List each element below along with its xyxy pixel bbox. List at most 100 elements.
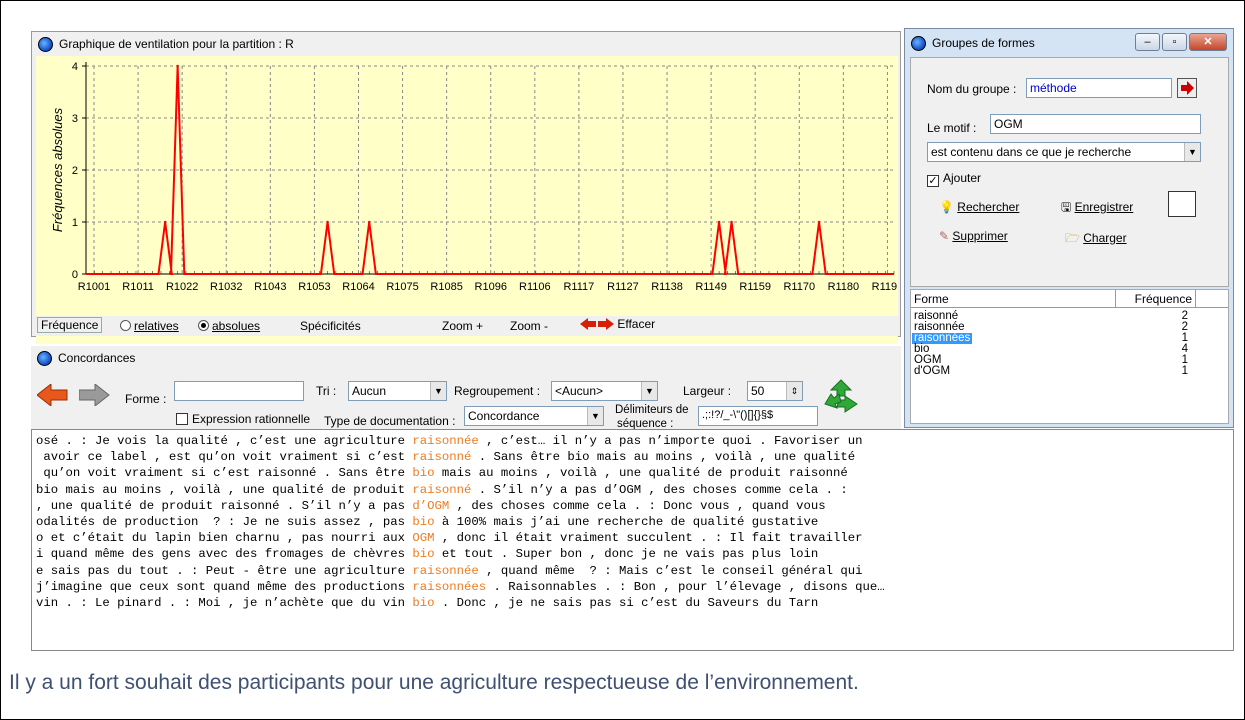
- radio-off-icon: [120, 320, 131, 331]
- groupes-title: Groupes de formes: [932, 36, 1035, 50]
- table-row[interactable]: bio 4: [911, 343, 1228, 355]
- enregistrer-label: Enregistrer: [1074, 200, 1134, 214]
- table-row[interactable]: OGM 1: [911, 354, 1228, 366]
- data-point: [368, 220, 371, 224]
- rechercher-label: Rechercher: [957, 200, 1020, 214]
- nom-du-groupe-input[interactable]: méthode: [1026, 78, 1172, 98]
- document-frame: Graphique de ventilation pour la partiti…: [0, 0, 1245, 720]
- zoom-plus-button[interactable]: Zoom +: [442, 319, 483, 333]
- context-after: . Sans être bio mais au moins , voilà , …: [471, 450, 856, 465]
- x-tick-label: R1001: [78, 281, 110, 293]
- supprimer-button[interactable]: ✎ Supprimer: [939, 229, 1008, 243]
- concordances-window: Concordances Forme : Tri : Aucun ▼ Regrou…: [31, 346, 901, 431]
- table-row[interactable]: raisonnées 1: [911, 332, 1228, 344]
- x-tick-label: R1075: [386, 281, 418, 293]
- keyword-highlight: raisonné: [412, 482, 472, 497]
- color-swatch[interactable]: [1168, 191, 1196, 217]
- back-arrow-button[interactable]: [36, 382, 69, 412]
- x-tick-label: R1149: [695, 281, 727, 293]
- keyword-highlight: d’OGM: [412, 498, 450, 513]
- ventilation-chart: R1001 R1011 R1022 R1032 R1043 R1053 R1064 R1075…: [50, 61, 903, 293]
- chart-window-title: Graphique de ventilation pour la partiti…: [59, 37, 294, 51]
- data-point: [717, 220, 721, 224]
- forme-column-header[interactable]: Forme: [911, 290, 1116, 308]
- x-tick-label: R1159: [739, 281, 771, 293]
- chevron-down-icon: ▼: [641, 382, 657, 400]
- x-tick-label: R1138: [651, 281, 683, 293]
- context-after: . Raisonnables . : Bon , pour l’élevage …: [486, 579, 885, 594]
- enregistrer-button[interactable]: 🖫 Enregistrer: [1061, 198, 1133, 219]
- forme-input[interactable]: [174, 381, 304, 401]
- forward-arrow-button[interactable]: [78, 382, 111, 412]
- nom-du-groupe-label: Nom du groupe :: [927, 82, 1017, 96]
- y-axis-title: Fréquences absolues: [50, 107, 65, 232]
- context-after: , quand même ? : Mais c’est le conseil g…: [478, 563, 863, 578]
- concordance-list[interactable]: osé . : Je vois la qualité , c’est une a…: [31, 429, 1234, 651]
- y-tick-label: 3: [72, 113, 78, 125]
- concordance-line[interactable]: bio mais au moins , voilà , une qualité …: [36, 482, 1229, 498]
- zoom-minus-button[interactable]: Zoom -: [510, 319, 548, 333]
- chevron-down-icon: ▼: [1184, 143, 1200, 161]
- table-row[interactable]: d'OGM 1: [911, 365, 1228, 377]
- data-point: [163, 220, 167, 224]
- context-before: o et c’était du lapin bien charnu , pas …: [36, 531, 413, 546]
- concordance-line[interactable]: , une qualité de produit raisonné . S’il…: [36, 498, 1229, 514]
- data-point: [817, 220, 821, 224]
- motif-mode-select[interactable]: est contenu dans ce que je recherche ▼: [927, 142, 1201, 162]
- context-before: osé . : Je vois la qualité , c’est une a…: [36, 434, 413, 448]
- specificites-button[interactable]: Spécificités: [300, 319, 361, 333]
- x-tick-label: R1022: [166, 281, 198, 293]
- concordance-line[interactable]: avoir ce label , est qu’on voit vraiment…: [36, 449, 1229, 465]
- concordance-line[interactable]: osé . : Je vois la qualité , c’est une a…: [36, 433, 1229, 449]
- refresh-button[interactable]: [821, 376, 861, 422]
- minimize-button[interactable]: ‒: [1135, 33, 1160, 51]
- concordance-line[interactable]: vin . : Le pinard . : Moi , je n’achète …: [36, 595, 1229, 611]
- keyword-highlight: raisonnée: [412, 434, 479, 448]
- close-button[interactable]: ✕: [1189, 33, 1227, 51]
- rechercher-button[interactable]: 💡 Rechercher: [939, 200, 1019, 214]
- delimiteurs-input[interactable]: .;:!?/_-\"()[]{}§$: [698, 406, 818, 426]
- concordance-line[interactable]: e sais pas du tout . : Peut - être une a…: [36, 563, 1229, 579]
- largeur-spinner[interactable]: 50 ⇕: [747, 381, 803, 401]
- maximize-button[interactable]: ▫: [1162, 33, 1187, 51]
- groupes-de-formes-window: Groupes de formes ‒ ▫ ✕ Nom du groupe : …: [904, 28, 1234, 428]
- context-after: et tout . Super bon , donc je ne vais pa…: [434, 547, 819, 562]
- frequence-column-header[interactable]: Fréquence: [1116, 290, 1196, 308]
- frequence-tab[interactable]: Fréquence: [37, 317, 103, 333]
- keyword-highlight: OGM: [412, 531, 435, 546]
- relatives-radio[interactable]: relatives: [120, 319, 179, 333]
- x-tick-label: R1053: [298, 281, 330, 293]
- keyword-highlight: bio: [412, 596, 435, 611]
- concordance-line[interactable]: qu’on voit vraiment si c’est raisonné . …: [36, 465, 1229, 481]
- apply-group-button[interactable]: [1177, 78, 1197, 98]
- spinner-arrows-icon: ⇕: [786, 382, 802, 400]
- concordance-line[interactable]: i quand même des gens avec des fromages …: [36, 546, 1229, 562]
- charger-button[interactable]: 🗁 Charger: [1065, 229, 1127, 250]
- save-document-icon: 🖫: [1061, 200, 1072, 214]
- concordance-line[interactable]: odalités de production ? : Je ne suis as…: [36, 514, 1229, 530]
- table-body: raisonné 2 raisonnée 2 raisonnées 1 bio 4 OGM 1 d'…: [911, 308, 1228, 377]
- recycle-icon: [824, 379, 858, 413]
- tri-select[interactable]: Aucun ▼: [348, 381, 447, 401]
- x-tick-label: R1170: [783, 281, 815, 293]
- effacer-label: Effacer: [617, 317, 656, 331]
- concordance-line[interactable]: j’imagine que ceux sont quand même des p…: [36, 579, 1229, 595]
- right-arrow-icon: [78, 382, 110, 408]
- effacer-button[interactable]: Effacer: [580, 317, 655, 331]
- eraser-icon: ✎: [939, 229, 950, 243]
- regroupement-select[interactable]: <Aucun> ▼: [551, 381, 658, 401]
- ajouter-checkbox[interactable]: ✓ Ajouter: [927, 171, 981, 187]
- concordance-line[interactable]: o et c’était du lapin bien charnu , pas …: [36, 530, 1229, 546]
- concordances-title: Concordances: [58, 351, 136, 365]
- folder-open-icon: 🗁: [1065, 231, 1080, 245]
- expression-checkbox[interactable]: Expression rationnelle: [176, 412, 310, 426]
- expression-label: Expression rationnelle: [192, 412, 311, 426]
- context-before: qu’on voit vraiment si c’est raisonné . …: [36, 466, 413, 481]
- x-tick-label: R1180: [828, 281, 860, 293]
- keyword-highlight: bio: [412, 515, 435, 530]
- type-doc-select[interactable]: Concordance ▼: [464, 406, 604, 426]
- forme-label: Forme :: [125, 392, 167, 406]
- motif-input[interactable]: OGM: [990, 114, 1201, 134]
- arrow-in-icon: [1181, 81, 1194, 95]
- absolues-radio[interactable]: absolues: [198, 319, 260, 333]
